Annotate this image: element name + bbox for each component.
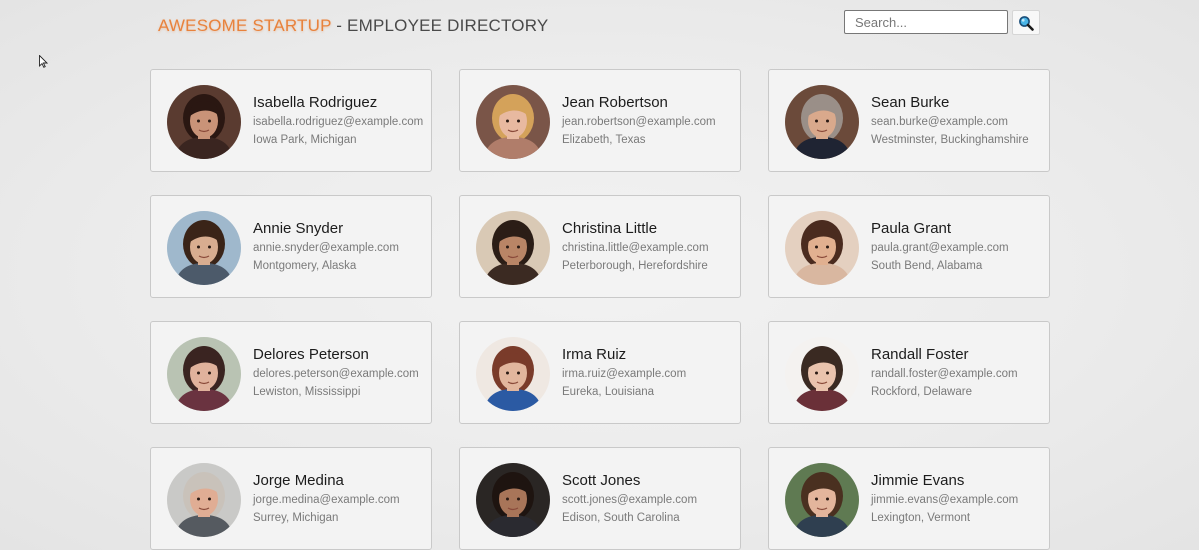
employee-info: Sean Burke sean.burke@example.com Westmins… [871,94,1043,148]
employee-info: Randall Foster randall.foster@example.com… [871,346,1043,400]
employee-email: scott.jones@example.com [562,494,698,506]
employee-name: Sean Burke [871,94,950,111]
employee-name: Jean Robertson [562,94,668,111]
employee-location: South Bend, Alabama [871,260,983,272]
employee-location: Surrey, Michigan [253,512,339,524]
employee-email: jorge.medina@example.com [253,494,400,506]
employee-email: christina.little@example.com [562,242,709,254]
employee-name: Jorge Medina [253,472,344,489]
employee-name: Paula Grant [871,220,952,237]
employee-location: Peterborough, Herefordshire [562,260,708,272]
mouse-cursor-icon [39,55,48,68]
page: AWESOME STARTUP - EMPLOYEE DIRECTORY Isa… [0,0,1199,550]
avatar [785,463,859,537]
employee-card[interactable]: Isabella Rodriguez isabella.rodriguez@exa… [150,69,432,172]
employee-card[interactable]: Randall Foster randall.foster@example.com… [768,321,1050,424]
employee-name: Annie Snyder [253,220,344,237]
search-button[interactable] [1012,10,1040,35]
brand-name: AWESOME STARTUP [158,16,332,35]
avatar-portrait-icon [785,463,859,537]
avatar [785,85,859,159]
employee-card[interactable]: Annie Snyder annie.snyder@example.com Mont… [150,195,432,298]
avatar-portrait-icon [476,85,550,159]
avatar [785,211,859,285]
employee-location: Lexington, Vermont [871,512,971,524]
search-input[interactable] [844,10,1008,34]
avatar-portrait-icon [167,211,241,285]
employee-location: Elizabeth, Texas [562,134,646,146]
avatar [476,337,550,411]
avatar-portrait-icon [785,337,859,411]
employee-email: annie.snyder@example.com [253,242,399,254]
employee-card[interactable]: Christina Little christina.little@example… [459,195,741,298]
avatar-portrait-icon [785,85,859,159]
employee-card[interactable]: Jorge Medina jorge.medina@example.com Surr… [150,447,432,550]
employee-info: Jimmie Evans jimmie.evans@example.com Lexi… [871,472,1043,526]
employee-info: Jorge Medina jorge.medina@example.com Surr… [253,472,425,526]
avatar [167,211,241,285]
employee-email: isabella.rodriguez@example.com [253,116,424,128]
employee-name: Jimmie Evans [871,472,965,489]
employee-name: Christina Little [562,220,658,237]
employee-email: jimmie.evans@example.com [871,494,1019,506]
avatar [167,85,241,159]
employee-location: Edison, South Carolina [562,512,680,524]
employee-name: Randall Foster [871,346,969,363]
employee-card[interactable]: Paula Grant paula.grant@example.com South … [768,195,1050,298]
employee-location: Rockford, Delaware [871,386,972,398]
avatar [476,463,550,537]
employee-info: Isabella Rodriguez isabella.rodriguez@exa… [253,94,425,148]
employee-info: Scott Jones scott.jones@example.com Edison… [562,472,734,526]
employee-grid: Isabella Rodriguez isabella.rodriguez@exa… [150,69,1050,550]
employee-name: Isabella Rodriguez [253,94,378,111]
employee-card[interactable]: Scott Jones scott.jones@example.com Edison… [459,447,741,550]
avatar-portrait-icon [785,211,859,285]
employee-email: jean.robertson@example.com [562,116,716,128]
employee-info: Paula Grant paula.grant@example.com South … [871,220,1043,274]
employee-location: Westminster, Buckinghamshire [871,134,1029,146]
magnifier-icon [1019,15,1034,31]
avatar-portrait-icon [476,211,550,285]
employee-card[interactable]: Jean Robertson jean.robertson@example.com… [459,69,741,172]
employee-email: irma.ruiz@example.com [562,368,687,380]
avatar-portrait-icon [476,463,550,537]
employee-location: Iowa Park, Michigan [253,134,357,146]
employee-card[interactable]: Irma Ruiz irma.ruiz@example.com Eureka, Lo… [459,321,741,424]
employee-info: Annie Snyder annie.snyder@example.com Mont… [253,220,425,274]
employee-location: Montgomery, Alaska [253,260,357,272]
avatar [476,85,550,159]
employee-info: Irma Ruiz irma.ruiz@example.com Eureka, Lo… [562,346,734,400]
employee-card[interactable]: Sean Burke sean.burke@example.com Westmins… [768,69,1050,172]
employee-email: paula.grant@example.com [871,242,1009,254]
avatar-portrait-icon [167,85,241,159]
avatar [167,337,241,411]
employee-info: Jean Robertson jean.robertson@example.com… [562,94,734,148]
employee-name: Scott Jones [562,472,641,489]
employee-name: Irma Ruiz [562,346,627,363]
avatar-portrait-icon [476,337,550,411]
employee-info: Christina Little christina.little@example… [562,220,734,274]
employee-card[interactable]: Delores Peterson delores.peterson@example… [150,321,432,424]
avatar-portrait-icon [167,463,241,537]
employee-email: randall.foster@example.com [871,368,1018,380]
employee-email: delores.peterson@example.com [253,368,419,380]
employee-location: Lewiston, Mississippi [253,386,361,398]
avatar [476,211,550,285]
employee-location: Eureka, Louisiana [562,386,655,398]
employee-name: Delores Peterson [253,346,369,363]
employee-info: Delores Peterson delores.peterson@example… [253,346,425,400]
employee-email: sean.burke@example.com [871,116,1008,128]
page-subtitle: - EMPLOYEE DIRECTORY [331,16,549,35]
employee-card[interactable]: Jimmie Evans jimmie.evans@example.com Lexi… [768,447,1050,550]
page-title: AWESOME STARTUP - EMPLOYEE DIRECTORY [158,16,548,36]
avatar [167,463,241,537]
avatar [785,337,859,411]
avatar-portrait-icon [167,337,241,411]
